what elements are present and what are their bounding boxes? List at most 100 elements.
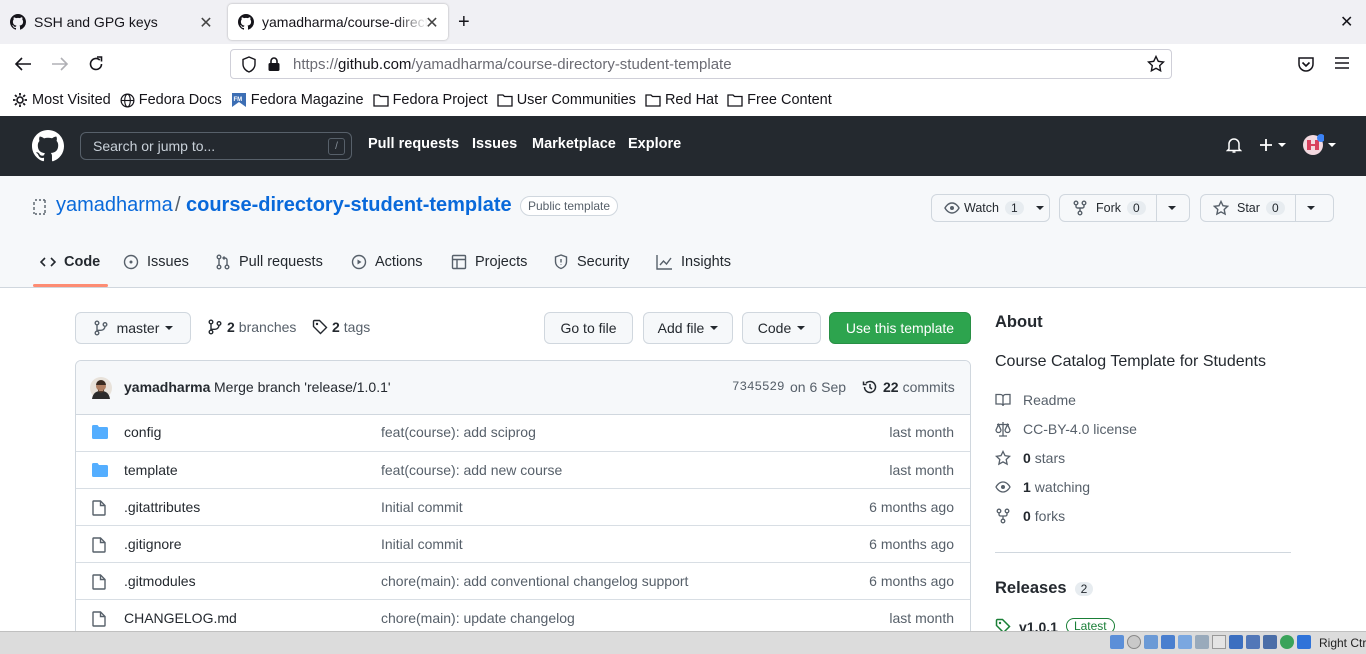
- tab-issues[interactable]: Issues: [123, 254, 189, 270]
- file-commit-message-link[interactable]: chore(main): update changelog: [381, 610, 575, 626]
- status-icons: [1110, 635, 1311, 649]
- browser-tab-repo[interactable]: yamadharma/course-directory-student-temp…: [228, 4, 448, 40]
- back-arrow-icon[interactable]: [14, 56, 32, 72]
- bookmark-fedora-docs[interactable]: Fedora Docs: [120, 92, 222, 108]
- shield-icon: [553, 254, 577, 270]
- branch-select-button[interactable]: master: [75, 312, 191, 344]
- recording-icon: [1246, 635, 1260, 649]
- commit-sha-link[interactable]: 7345529: [732, 380, 785, 394]
- pocket-icon[interactable]: [1297, 55, 1315, 73]
- close-window-icon[interactable]: ✕: [1340, 12, 1353, 32]
- tab-projects[interactable]: Projects: [451, 254, 527, 270]
- close-tab-icon[interactable]: ✕: [424, 13, 440, 33]
- table-row[interactable]: .gitignore Initial commit 6 months ago: [76, 525, 970, 562]
- github-logo-icon[interactable]: [32, 130, 64, 162]
- file-name-link[interactable]: template: [124, 462, 178, 478]
- bookmark-free-content[interactable]: Free Content: [727, 92, 832, 108]
- bookmark-fedora-project[interactable]: Fedora Project: [372, 92, 488, 108]
- nav-pull-requests[interactable]: Pull requests: [368, 136, 459, 152]
- file-name-link[interactable]: config: [124, 424, 161, 440]
- file-commit-message-link[interactable]: Initial commit: [381, 536, 463, 552]
- tags-link[interactable]: 2 tags: [312, 319, 370, 335]
- commit-message-link[interactable]: Merge branch 'release/1.0.1': [214, 379, 391, 395]
- repo-name-link[interactable]: course-directory-student-template: [186, 194, 512, 217]
- table-row[interactable]: template feat(course): add new course la…: [76, 451, 970, 488]
- new-tab-plus-icon[interactable]: +: [458, 12, 470, 32]
- readme-link[interactable]: Readme: [995, 392, 1076, 408]
- about-heading: About: [995, 313, 1043, 331]
- file-age: 6 months ago: [869, 573, 954, 589]
- file-name-link[interactable]: CHANGELOG.md: [124, 610, 237, 626]
- watch-button[interactable]: Watch 1: [931, 194, 1050, 222]
- shield-icon[interactable]: [241, 56, 257, 73]
- code-download-button[interactable]: Code: [742, 312, 821, 344]
- avatar-menu[interactable]: [1302, 134, 1336, 156]
- tab-security[interactable]: Security: [553, 254, 629, 270]
- nav-explore[interactable]: Explore: [628, 136, 681, 152]
- nav-issues[interactable]: Issues: [472, 136, 517, 152]
- bookmark-user-communities[interactable]: User Communities: [497, 92, 636, 108]
- file-name-link[interactable]: .gitmodules: [124, 573, 196, 589]
- hamburger-menu-icon[interactable]: [1334, 56, 1350, 70]
- url-text: https://github.com/yamadharma/course-dir…: [293, 56, 732, 73]
- star-button[interactable]: Star 0: [1200, 194, 1334, 222]
- releases-heading-link[interactable]: Releases 2: [995, 579, 1094, 598]
- tab-insights[interactable]: Insights: [656, 254, 731, 270]
- nav-marketplace[interactable]: Marketplace: [532, 136, 616, 152]
- create-new-plus-icon[interactable]: [1258, 137, 1286, 153]
- file-name-link[interactable]: .gitattributes: [124, 499, 200, 515]
- bookmark-most-visited[interactable]: Most Visited: [12, 92, 111, 108]
- browser-tab-ssh-keys[interactable]: SSH and GPG keys ✕: [0, 4, 222, 40]
- add-file-button[interactable]: Add file: [643, 312, 733, 344]
- bookmark-star-icon[interactable]: [1147, 55, 1165, 73]
- fork-icon: [1072, 200, 1088, 216]
- lock-icon[interactable]: [267, 56, 281, 72]
- branch-icon: [93, 320, 109, 336]
- tab-pull-requests[interactable]: Pull requests: [215, 254, 323, 270]
- vt-icon: [1263, 635, 1277, 649]
- tab-code[interactable]: Code: [40, 254, 100, 270]
- repo-owner-link[interactable]: yamadharma: [56, 194, 173, 217]
- bookmark-fedora-magazine[interactable]: FM Fedora Magazine: [231, 92, 364, 108]
- url-bar[interactable]: https://github.com/yamadharma/course-dir…: [230, 49, 1172, 79]
- svg-text:FM: FM: [233, 97, 242, 103]
- file-commit-message-link[interactable]: chore(main): add conventional changelog …: [381, 573, 688, 589]
- table-row[interactable]: .gitmodules chore(main): add conventiona…: [76, 562, 970, 599]
- fork-count: 0: [1127, 201, 1146, 215]
- search-input[interactable]: Search or jump to... /: [80, 132, 352, 160]
- file-browser: yamadharma Merge branch 'release/1.0.1' …: [75, 360, 971, 640]
- bookmark-red-hat[interactable]: Red Hat: [645, 92, 718, 108]
- table-row[interactable]: .gitattributes Initial commit 6 months a…: [76, 488, 970, 525]
- folder-icon: [497, 93, 517, 107]
- use-template-button[interactable]: Use this template: [829, 312, 971, 344]
- table-row[interactable]: config feat(course): add sciprog last mo…: [76, 414, 970, 451]
- latest-release-row[interactable]: v1.0.1 Latest: [995, 618, 1295, 631]
- bookmarks-toolbar: Most Visited Fedora Docs FM Fedora Magaz…: [0, 84, 1366, 116]
- optical-disk-icon: [1127, 635, 1141, 649]
- fork-button[interactable]: Fork 0: [1059, 194, 1190, 222]
- tab-actions[interactable]: Actions: [351, 254, 423, 270]
- repo-template-icon: [33, 199, 47, 215]
- watchers-link[interactable]: 1 watching: [995, 479, 1090, 495]
- file-commit-message-link[interactable]: feat(course): add new course: [381, 462, 562, 478]
- commits-history-link[interactable]: 22 commits: [862, 379, 955, 395]
- go-to-file-button[interactable]: Go to file: [544, 312, 633, 344]
- gear-icon: [12, 92, 32, 108]
- stars-link[interactable]: 0 stars: [995, 450, 1065, 466]
- chevron-down-icon[interactable]: [1167, 206, 1176, 210]
- avatar[interactable]: [90, 377, 112, 399]
- commit-author-link[interactable]: yamadharma: [124, 379, 210, 395]
- forward-arrow-icon[interactable]: [51, 56, 69, 72]
- repo-header: yamadharma / course-directory-student-te…: [0, 176, 1366, 288]
- chevron-down-icon[interactable]: [1306, 206, 1315, 210]
- license-link[interactable]: CC-BY-4.0 license: [995, 421, 1137, 437]
- forks-link[interactable]: 0 forks: [995, 508, 1065, 524]
- file-commit-message-link[interactable]: Initial commit: [381, 499, 463, 515]
- file-name-link[interactable]: .gitignore: [124, 536, 182, 552]
- branches-link[interactable]: 2 branches: [207, 319, 296, 335]
- close-tab-icon[interactable]: ✕: [198, 13, 214, 33]
- file-commit-message-link[interactable]: feat(course): add sciprog: [381, 424, 536, 440]
- reload-icon[interactable]: [87, 55, 105, 73]
- bell-icon[interactable]: [1226, 137, 1242, 154]
- commit-date: on 6 Sep: [790, 379, 847, 395]
